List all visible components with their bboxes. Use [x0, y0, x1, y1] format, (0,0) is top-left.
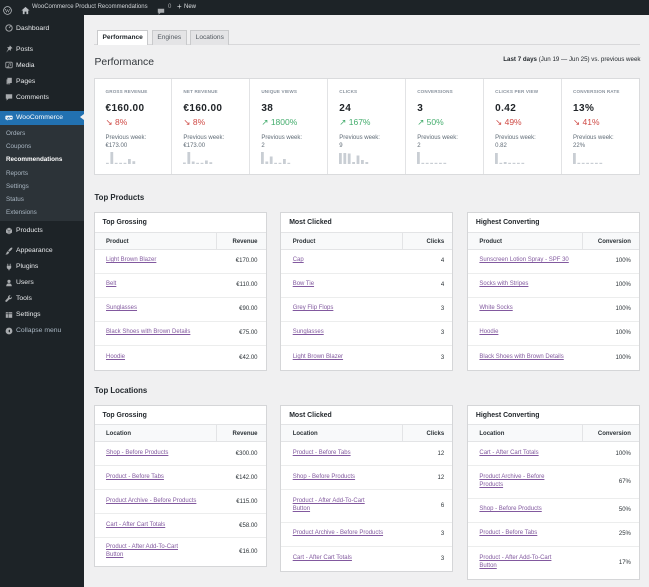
svg-text:W: W	[5, 8, 11, 14]
